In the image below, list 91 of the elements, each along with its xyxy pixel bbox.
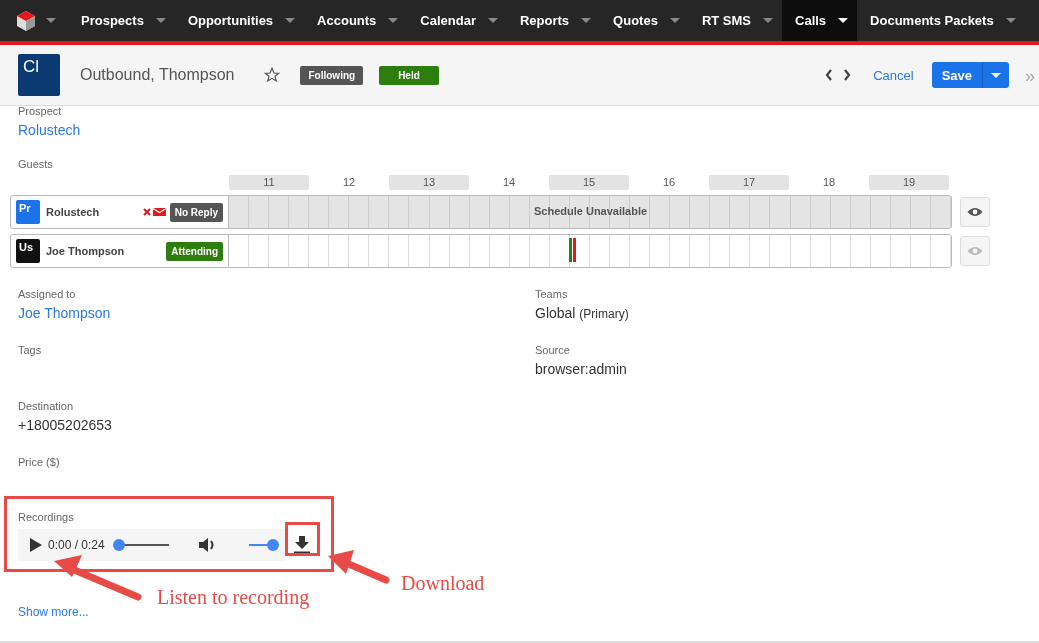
time-slot xyxy=(890,196,911,228)
time-slot xyxy=(409,196,430,228)
time-slot xyxy=(690,196,711,228)
nav-tab[interactable]: Documents Packets xyxy=(857,0,1025,41)
field-label: Price ($) xyxy=(18,456,61,468)
field-value: browser:admin xyxy=(535,361,627,377)
rsvp-badge: Attending xyxy=(166,241,223,261)
time-slot xyxy=(249,196,270,228)
time-slot xyxy=(710,196,731,228)
field-value: +18005202653 xyxy=(18,417,112,433)
time-slot xyxy=(790,196,811,228)
time-slot xyxy=(830,196,851,228)
guest-avatar: Pr xyxy=(16,200,40,224)
star-icon[interactable] xyxy=(264,67,281,83)
time-slot xyxy=(349,196,370,228)
guest-name: Joe Thompson xyxy=(46,245,125,257)
nav-tab[interactable]: Opportunities xyxy=(174,0,305,41)
eye-icon xyxy=(967,246,983,256)
hour-label: 15 xyxy=(549,175,629,190)
time-slot xyxy=(309,196,330,228)
rsvp-badge: No Reply xyxy=(169,202,223,222)
chevron-right-icon[interactable] xyxy=(843,69,852,81)
hour-label: 19 xyxy=(869,175,949,190)
cube-logo-icon[interactable] xyxy=(16,9,36,32)
show-more-link[interactable]: Show more... xyxy=(18,605,89,619)
field-label: Tags xyxy=(18,344,43,356)
time-slot xyxy=(730,196,751,228)
hour-label: 16 xyxy=(661,175,677,190)
prospect-link[interactable]: Rolustech xyxy=(18,122,1021,138)
record-title: Outbound, Thompson xyxy=(80,66,235,84)
annotation-text: Download xyxy=(401,572,485,595)
cancel-link[interactable]: Cancel xyxy=(873,67,914,83)
hour-label: 18 xyxy=(821,175,837,190)
time-slot xyxy=(369,196,390,228)
nav-tab[interactable]: Accounts xyxy=(304,0,408,41)
field-label: Teams xyxy=(535,288,569,300)
time-slot xyxy=(509,196,530,228)
hour-label: 13 xyxy=(389,175,469,190)
time-slot xyxy=(269,196,290,228)
time-slot xyxy=(910,196,931,228)
record-avatar: Cl xyxy=(18,54,60,96)
progress-slider-thumb[interactable] xyxy=(112,539,125,551)
nav-tab[interactable]: Calendar xyxy=(407,0,507,41)
time-slot xyxy=(469,196,490,228)
chevron-left-icon[interactable] xyxy=(825,69,834,81)
nav-tab[interactable]: Reports xyxy=(506,0,601,41)
time-slot xyxy=(389,196,410,228)
schedule-unavailable-text: Schedule Unavailable xyxy=(534,205,648,217)
hour-label: 17 xyxy=(709,175,789,190)
hour-label: 12 xyxy=(341,175,357,190)
annotation-text: Listen to recording xyxy=(157,586,310,609)
time-slot xyxy=(810,196,831,228)
nav-tab[interactable]: Calls xyxy=(782,0,858,41)
time-slot xyxy=(850,196,871,228)
nav-tab[interactable]: Prospects xyxy=(68,0,175,41)
time-slot xyxy=(670,196,691,228)
guest-name: Rolustech xyxy=(46,206,100,218)
time-slot xyxy=(329,196,350,228)
time-slot xyxy=(770,196,791,228)
field-label: Guests xyxy=(18,158,54,170)
eye-icon xyxy=(967,207,983,217)
annotation-arrow xyxy=(326,550,390,586)
hour-label: 14 xyxy=(501,175,517,190)
time-slot xyxy=(650,196,671,228)
play-icon[interactable] xyxy=(30,538,42,552)
time-slot xyxy=(489,196,510,228)
download-icon[interactable] xyxy=(294,536,310,554)
field-label: Source xyxy=(535,344,571,356)
assigned-user-link[interactable]: Joe Thompson xyxy=(18,305,535,321)
status-badge: Following xyxy=(300,65,364,85)
hour-label: 11 xyxy=(229,175,309,190)
field-label: Destination xyxy=(18,400,75,412)
time-slot xyxy=(930,196,951,228)
time-slot xyxy=(449,196,470,228)
nav-tab[interactable]: RT SMS xyxy=(688,0,782,41)
eye-button[interactable] xyxy=(960,197,990,227)
time-slot xyxy=(229,196,250,228)
field-value: Global xyxy=(535,305,576,321)
guest-avatar: Us xyxy=(16,239,40,263)
time-slot xyxy=(750,196,771,228)
status-badge: Held xyxy=(379,65,439,85)
field-note: (Primary) xyxy=(579,307,629,321)
nav-tab[interactable]: Quotes xyxy=(600,0,689,41)
field-label: Prospect xyxy=(18,105,63,117)
time-slot xyxy=(429,196,450,228)
time-slot xyxy=(289,196,310,228)
time-slot xyxy=(870,196,891,228)
field-label: Assigned to xyxy=(18,288,77,300)
playback-time: 0:00 / 0:24 xyxy=(48,538,105,552)
field-label: Recordings xyxy=(18,511,75,523)
volume-slider-thumb[interactable] xyxy=(266,539,279,551)
